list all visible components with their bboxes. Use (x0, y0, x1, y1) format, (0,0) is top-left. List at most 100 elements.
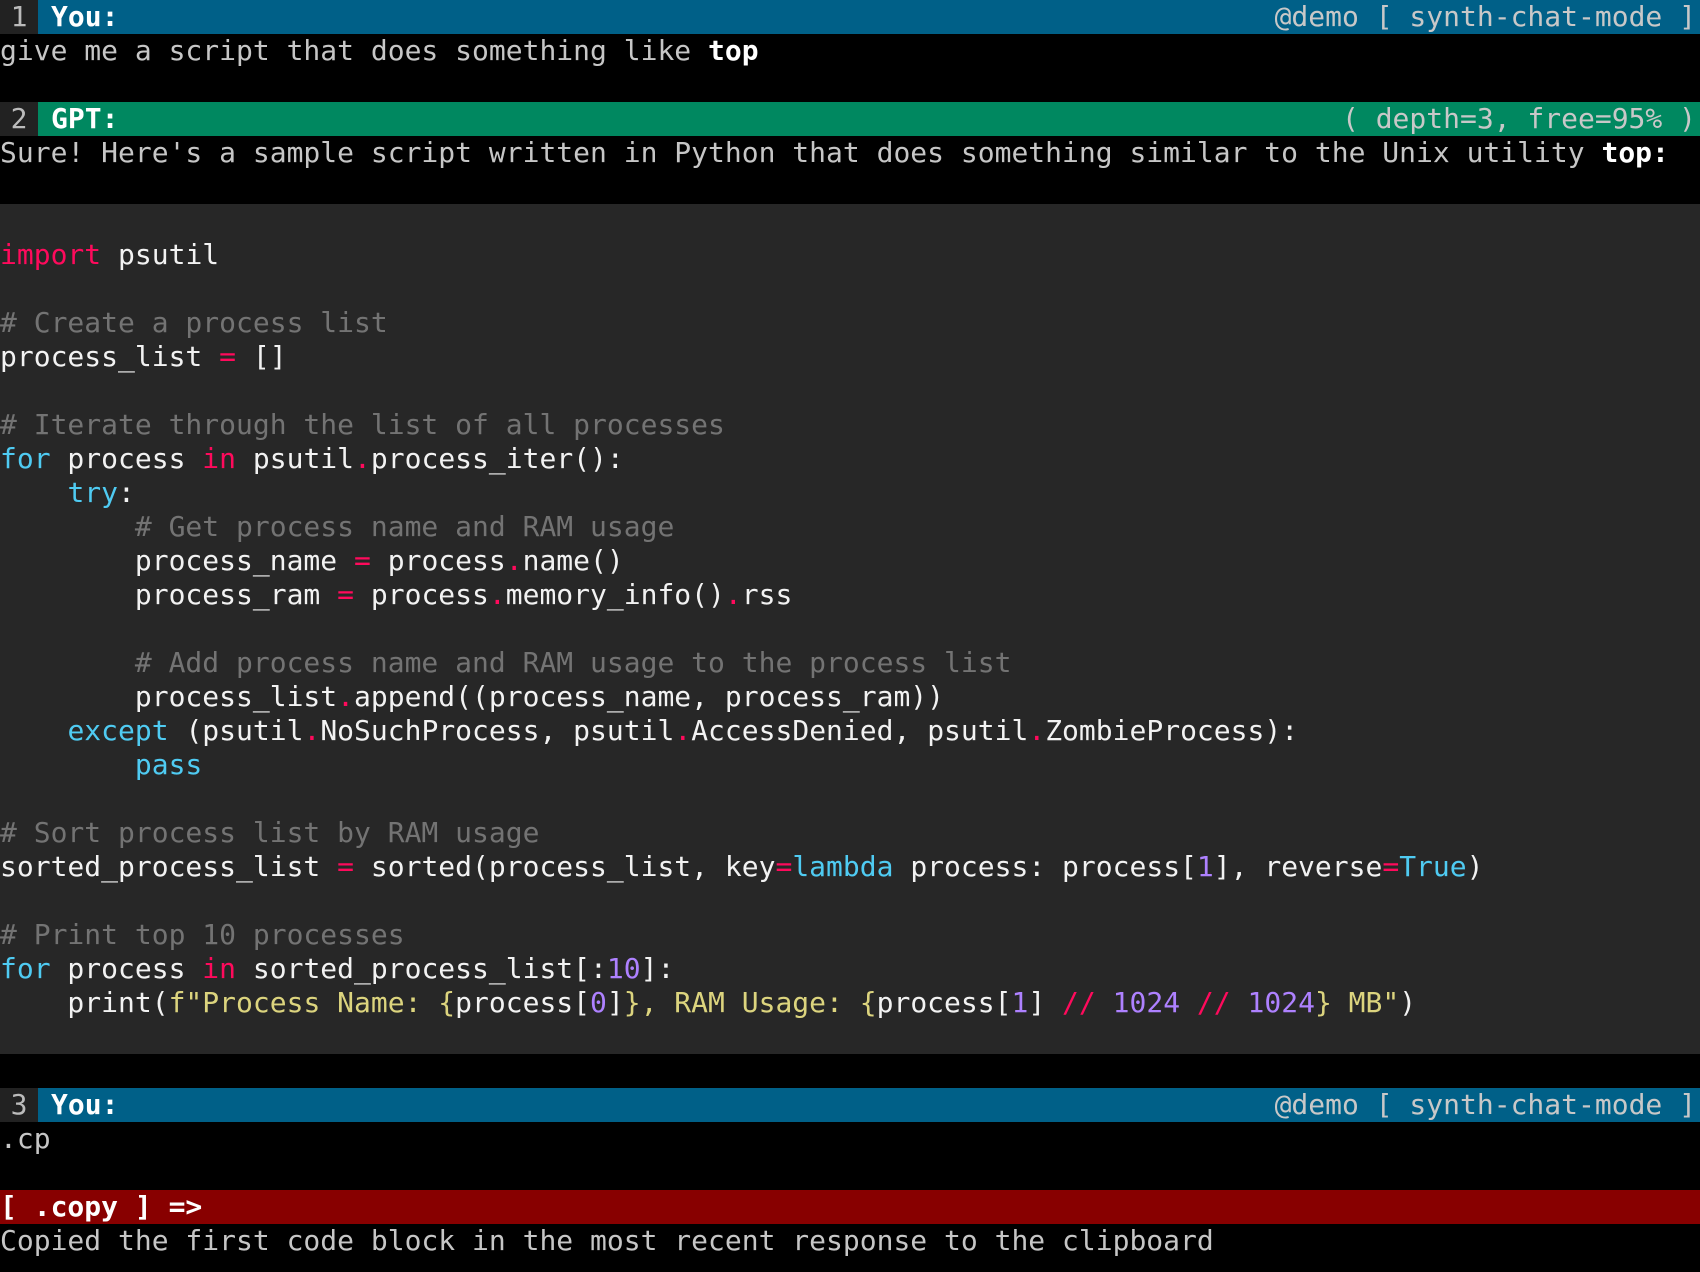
code-line: # Sort process list by RAM usage (0, 816, 1700, 850)
builtin-keyword: for (0, 442, 51, 475)
message-header-3: 3 You: @demo [ synth-chat-mode ] (0, 1088, 1700, 1122)
message-text-emphasis: top (708, 34, 759, 67)
code-text: [] (236, 340, 287, 373)
code-text: process_list (0, 340, 220, 373)
operator: = (354, 544, 371, 577)
message-header-2: 2 GPT: ( depth=3, free=95% ) (0, 102, 1700, 136)
comment: # Print top 10 processes (0, 918, 405, 951)
code-text: append((process_name, process_ram)) (354, 680, 945, 713)
code-text: : (118, 476, 135, 509)
operator: . (724, 578, 742, 611)
operator: . (337, 680, 355, 713)
comment: # Create a process list (0, 306, 388, 339)
code-text: AccessDenied, psutil (691, 714, 1029, 747)
comment: # Add process name and RAM usage to the … (134, 646, 1012, 679)
message-body-1: give me a script that does something lik… (0, 34, 1700, 68)
code-line: process_ram = process.memory_info().rss (0, 578, 1700, 612)
code-text: process (370, 544, 506, 577)
code-line: # Add process name and RAM usage to the … (0, 646, 1700, 680)
code-text: process_list (0, 680, 338, 713)
message-role: You: (51, 1088, 119, 1121)
code-text: ], reverse (1213, 850, 1383, 883)
code-text: process (354, 578, 489, 611)
message-number: 1 (0, 0, 38, 34)
comment: # Sort process list by RAM usage (0, 816, 540, 849)
number-literal: 1024 (1247, 986, 1315, 1019)
code-text: psutil (236, 442, 355, 475)
message-body-2: Sure! Here's a sample script written in … (0, 136, 1700, 170)
code-text: name() (522, 544, 624, 577)
code-text: sorted(process_list, key (354, 850, 776, 883)
builtin-keyword: except (67, 714, 169, 747)
builtin-keyword: try (67, 476, 119, 509)
code-line: print(f"Process Name: {process[0]}, RAM … (0, 986, 1700, 1020)
command-result: Copied the first code block in the most … (0, 1224, 1214, 1257)
command-bar: [ .copy ] => (0, 1190, 1700, 1224)
message-header-1: 1 You: @demo [ synth-chat-mode ] (0, 0, 1700, 34)
message-text: Sure! Here's a sample script written in … (0, 136, 1602, 169)
code-line: # Iterate through the list of all proces… (0, 408, 1700, 442)
code-line: process_list = [] (0, 340, 1700, 374)
code-text: process (50, 952, 203, 985)
operator: . (505, 544, 523, 577)
message-text: .cp (0, 1122, 51, 1155)
number-literal: 0 (590, 986, 607, 1019)
builtin-keyword: True (1399, 850, 1467, 883)
message-number: 3 (0, 1088, 38, 1122)
code-line: sorted_process_list = sorted(process_lis… (0, 850, 1700, 884)
code-text: process_name (0, 544, 355, 577)
keyword: in (202, 952, 237, 985)
code-block: import psutil # Create a process list proc… (0, 204, 1700, 1054)
number-literal: 1 (1196, 850, 1214, 883)
number-literal: 10 (606, 952, 641, 985)
string-literal: }, RAM Usage: { (623, 986, 877, 1019)
message-number: 2 (0, 102, 38, 136)
code-line: # Print top 10 processes (0, 918, 1700, 952)
operator: = (219, 340, 237, 373)
operator: . (1028, 714, 1046, 747)
number-literal: 1024 (1112, 986, 1181, 1019)
operator: = (1382, 850, 1400, 883)
operator: . (488, 578, 506, 611)
code-text: ]: (640, 952, 675, 985)
code-line: process_name = process.name() (0, 544, 1700, 578)
operator: = (775, 850, 793, 883)
chat-transcript: 1 You: @demo [ synth-chat-mode ] give me… (0, 0, 1700, 1258)
message-text: give me a script that does something lik… (0, 34, 709, 67)
code-line: import psutil (0, 238, 1700, 272)
code-text: (psutil (168, 714, 304, 747)
message-body-3: .cp (0, 1122, 1700, 1156)
context-info: ( depth=3, free=95% ) (1341, 102, 1696, 135)
message-role: GPT: (51, 102, 119, 135)
code-text: sorted_process_list (0, 850, 338, 883)
code-text: process (50, 442, 203, 475)
builtin-keyword: pass (134, 748, 203, 781)
operator: // (1062, 986, 1096, 1019)
operator: . (354, 442, 371, 475)
code-text: process_iter(): (370, 442, 624, 475)
session-info: @demo [ synth-chat-mode ] (1274, 0, 1696, 33)
code-line: pass (0, 748, 1700, 782)
session-info: @demo [ synth-chat-mode ] (1274, 1088, 1696, 1121)
builtin-keyword: lambda (792, 850, 894, 883)
code-line: # Get process name and RAM usage (0, 510, 1700, 544)
code-line: try: (0, 476, 1700, 510)
code-text: print( (0, 986, 169, 1019)
operator: = (337, 578, 355, 611)
